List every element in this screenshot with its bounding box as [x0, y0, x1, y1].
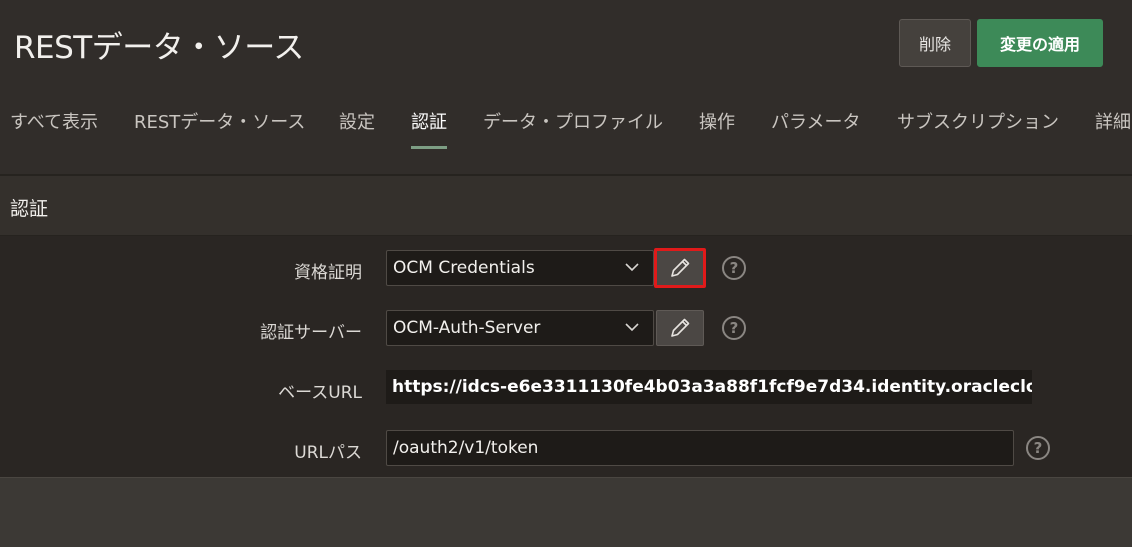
page-title: RESTデータ・ソース [14, 30, 304, 66]
pencil-icon [671, 318, 690, 337]
base-url-label: ベースURL [278, 383, 362, 403]
auth-server-label: 認証サーバー [260, 323, 362, 343]
credential-select[interactable]: OCM Credentials [386, 250, 654, 286]
page-header: RESTデータ・ソース 削除 変更の適用 [0, 0, 1132, 88]
url-path-label: URLパス [294, 443, 362, 463]
url-path-help-icon[interactable]: ? [1026, 436, 1050, 460]
credential-help-icon[interactable]: ? [722, 256, 746, 280]
tab-authentication[interactable]: 認証 [411, 108, 447, 149]
pencil-icon [671, 258, 690, 277]
section-header: 認証 [0, 176, 1132, 236]
tab-data-profile[interactable]: データ・プロファイル [483, 108, 663, 148]
delete-button[interactable]: 削除 [899, 19, 971, 67]
chevron-down-icon [625, 263, 639, 272]
credential-value: OCM Credentials [393, 258, 535, 278]
section-title: 認証 [10, 198, 49, 220]
url-path-value: /oauth2/v1/token [393, 438, 539, 458]
authentication-form: 資格証明 OCM Credentials ? 認証サーバー OCM-Auth-S… [0, 236, 1132, 478]
tab-parameters[interactable]: パラメータ [771, 108, 860, 148]
tab-bar: すべて表示 RESTデータ・ソース 設定 認証 データ・プロファイル 操作 パラ… [0, 88, 1132, 250]
tab-operations[interactable]: 操作 [699, 108, 735, 148]
credential-label: 資格証明 [294, 263, 362, 283]
apply-changes-button[interactable]: 変更の適用 [977, 19, 1103, 67]
edit-credential-button[interactable] [654, 248, 706, 288]
page-footer-area [0, 490, 1132, 547]
url-path-input[interactable]: /oauth2/v1/token [386, 430, 1014, 466]
edit-auth-server-button[interactable] [656, 310, 704, 346]
tab-details[interactable]: 詳細 [1095, 108, 1131, 148]
tab-settings[interactable]: 設定 [339, 108, 375, 148]
chevron-down-icon [625, 323, 639, 332]
base-url-value: https://idcs-e6e3311130fe4b03a3a88f1fcf9… [386, 370, 1032, 404]
tab-subscriptions[interactable]: サブスクリプション [897, 108, 1059, 148]
auth-server-select[interactable]: OCM-Auth-Server [386, 310, 654, 346]
auth-server-help-icon[interactable]: ? [722, 316, 746, 340]
auth-server-value: OCM-Auth-Server [393, 318, 541, 338]
tab-rest-data-source[interactable]: RESTデータ・ソース [134, 108, 305, 148]
tab-show-all[interactable]: すべて表示 [10, 108, 98, 148]
